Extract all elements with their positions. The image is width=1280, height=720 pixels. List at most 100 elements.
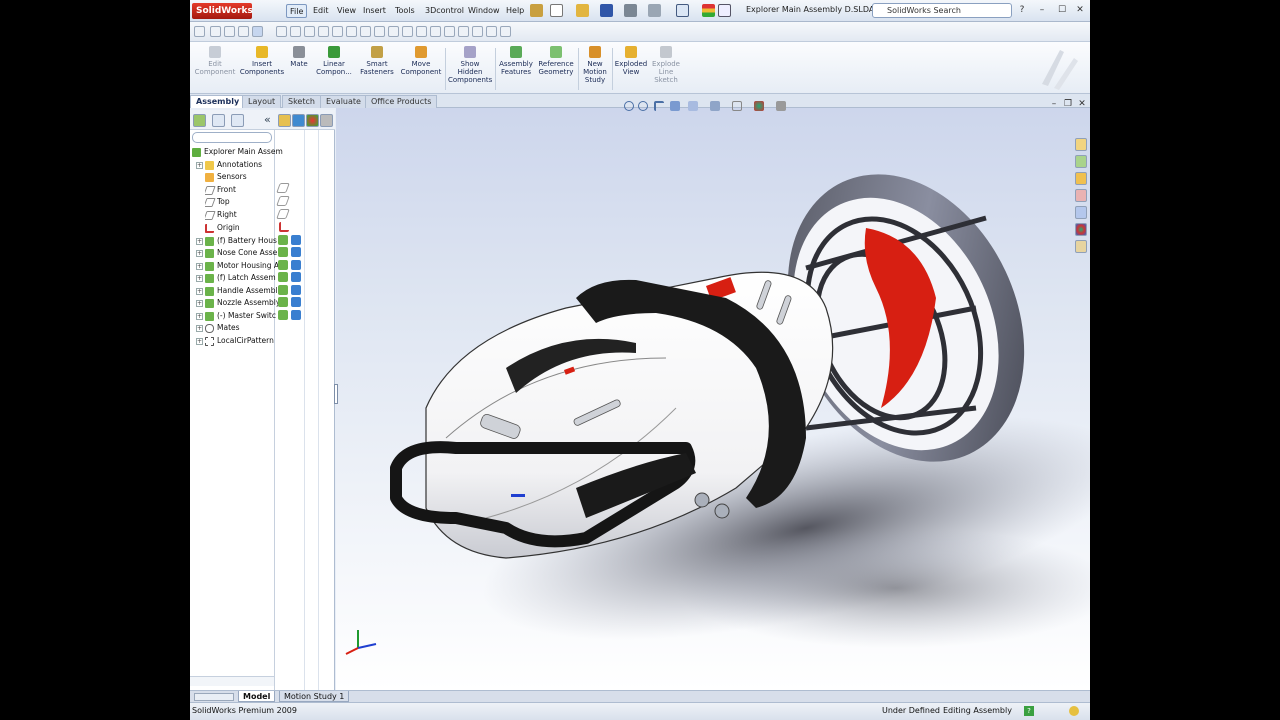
graphics-viewport[interactable]: – ❐ ✕ — [334, 99, 1090, 690]
menu-tools[interactable]: Tools — [392, 4, 418, 18]
tree-node-top[interactable]: Top — [205, 196, 230, 208]
rebuild-icon[interactable] — [702, 4, 715, 17]
tab-sketch[interactable]: Sketch — [282, 95, 321, 108]
tree-node-sensors[interactable]: Sensors — [205, 171, 247, 183]
filter-mate-icon[interactable] — [402, 26, 413, 37]
tree-node-handle-assembly[interactable]: + Handle Assembl — [196, 285, 278, 297]
horizontal-scrollbar[interactable] — [190, 676, 274, 686]
tree-node-nozzle-assembly[interactable]: + Nozzle Assembly — [196, 297, 280, 309]
close-button[interactable]: ✕ — [1074, 4, 1086, 16]
filter-solid-icon[interactable] — [374, 26, 385, 37]
tree-node-battery-housing[interactable]: + (f) Battery Hous — [196, 235, 277, 247]
tree-node-mates[interactable]: + Mates — [196, 322, 240, 334]
transparency-icon[interactable] — [320, 114, 333, 127]
plane-display-icon[interactable] — [276, 196, 290, 206]
configuration-manager-tab-icon[interactable] — [231, 114, 244, 127]
appearance-display-icon[interactable] — [291, 247, 301, 257]
filter-block-icon[interactable] — [472, 26, 483, 37]
feature-tree-tab-icon[interactable] — [193, 114, 206, 127]
options-icon[interactable] — [718, 4, 731, 17]
origin-display-icon[interactable] — [279, 222, 289, 232]
component-display-icon[interactable] — [278, 247, 288, 257]
component-display-icon[interactable] — [278, 310, 288, 320]
filter-icon[interactable] — [194, 26, 205, 37]
tree-node-local-circular-pattern[interactable]: + LocalCirPattern — [196, 335, 274, 347]
explode-line-sketch-button[interactable]: Explode Line Sketch — [649, 46, 683, 84]
filter-sketch-icon[interactable] — [276, 26, 287, 37]
filter-dimension-icon[interactable] — [332, 26, 343, 37]
tab-motion-study-1[interactable]: Motion Study 1 — [279, 691, 350, 702]
plane-display-icon[interactable] — [276, 209, 290, 219]
filter-face-icon[interactable] — [238, 26, 249, 37]
tree-node-front[interactable]: Front — [205, 184, 236, 196]
filter-note-icon[interactable] — [346, 26, 357, 37]
tree-node-nose-cone[interactable]: + Nose Cone Asse — [196, 247, 277, 259]
tab-assembly[interactable]: Assembly — [190, 95, 246, 108]
tree-node-right[interactable]: Right — [205, 209, 237, 221]
filter-table-icon[interactable] — [486, 26, 497, 37]
filter-curve-icon[interactable] — [416, 26, 427, 37]
pin-icon[interactable] — [530, 4, 543, 17]
edit-component-button[interactable]: Edit Component — [194, 46, 236, 76]
print-icon[interactable] — [624, 4, 637, 17]
appearance-display-icon[interactable] — [291, 285, 301, 295]
component-display-icon[interactable] — [278, 260, 288, 270]
appearance-display-icon[interactable] — [291, 272, 301, 282]
move-component-button[interactable]: Move Component — [400, 46, 442, 76]
tree-node-origin[interactable]: Origin — [205, 222, 240, 234]
component-display-icon[interactable] — [278, 285, 288, 295]
show-hidden-components-button[interactable]: Show Hidden Components — [448, 46, 492, 84]
menu-edit[interactable]: Edit — [310, 4, 332, 18]
help-status-icon[interactable]: ? — [1024, 706, 1034, 716]
tab-scroll-arrows[interactable] — [194, 693, 234, 701]
smart-fasteners-button[interactable]: Smart Fasteners — [356, 46, 398, 76]
filter-plane-icon[interactable] — [304, 26, 315, 37]
tab-layout[interactable]: Layout — [242, 95, 282, 108]
undo-icon[interactable] — [648, 4, 661, 17]
minimize-button[interactable]: – — [1036, 4, 1048, 16]
menu-file[interactable]: File — [286, 4, 308, 18]
tab-evaluate[interactable]: Evaluate — [320, 95, 367, 108]
menu-3dcontrol[interactable]: 3Dcontrol — [422, 4, 467, 18]
filter-silhouette-icon[interactable] — [458, 26, 469, 37]
tab-model[interactable]: Model — [238, 691, 276, 702]
component-display-icon[interactable] — [278, 297, 288, 307]
plane-display-icon[interactable] — [276, 183, 290, 193]
filter-axis-icon[interactable] — [318, 26, 329, 37]
filter-loop-icon[interactable] — [444, 26, 455, 37]
exploded-view-button[interactable]: Exploded View — [613, 46, 649, 76]
display-pane-icon[interactable] — [278, 114, 291, 127]
maximize-button[interactable]: ☐ — [1056, 4, 1068, 16]
property-manager-tab-icon[interactable] — [212, 114, 225, 127]
filter-edge-icon[interactable] — [224, 26, 235, 37]
tree-node-motor-housing[interactable]: + Motor Housing A — [196, 260, 279, 272]
assembly-features-button[interactable]: Assembly Features — [496, 46, 536, 76]
filter-component-icon[interactable] — [388, 26, 399, 37]
collapse-panel-icon[interactable]: « — [264, 113, 271, 126]
tree-node-master-switch[interactable]: + (-) Master Switc — [196, 310, 276, 322]
menu-insert[interactable]: Insert — [360, 4, 389, 18]
filter-surface-icon[interactable] — [360, 26, 371, 37]
tree-root[interactable]: Explorer Main Assem — [192, 146, 283, 158]
filter-clear-icon[interactable] — [500, 26, 511, 37]
filter-weld-icon[interactable] — [430, 26, 441, 37]
help-button[interactable]: ? — [1016, 4, 1028, 16]
menu-window[interactable]: Window — [465, 4, 503, 18]
open-folder-icon[interactable] — [576, 4, 589, 17]
tree-node-annotations[interactable]: + Annotations — [196, 159, 262, 171]
appearance-display-icon[interactable] — [291, 310, 301, 320]
component-display-icon[interactable] — [278, 235, 288, 245]
filter-vertex-icon[interactable] — [210, 26, 221, 37]
menu-help[interactable]: Help — [503, 4, 527, 18]
tree-node-latch-assembly[interactable]: + (f) Latch Assem — [196, 272, 276, 284]
color-icon[interactable] — [306, 114, 319, 127]
scooter-3d-model[interactable] — [336, 108, 1090, 690]
save-icon[interactable] — [600, 4, 613, 17]
linear-pattern-button[interactable]: Linear Compon... — [313, 46, 355, 76]
select-icon[interactable] — [252, 26, 263, 37]
notification-icon[interactable] — [1069, 706, 1079, 716]
search-input[interactable]: SolidWorks Search — [872, 3, 1012, 18]
appearance-icon[interactable] — [292, 114, 305, 127]
tab-office-products[interactable]: Office Products — [365, 95, 438, 108]
mate-button[interactable]: Mate — [287, 46, 311, 68]
